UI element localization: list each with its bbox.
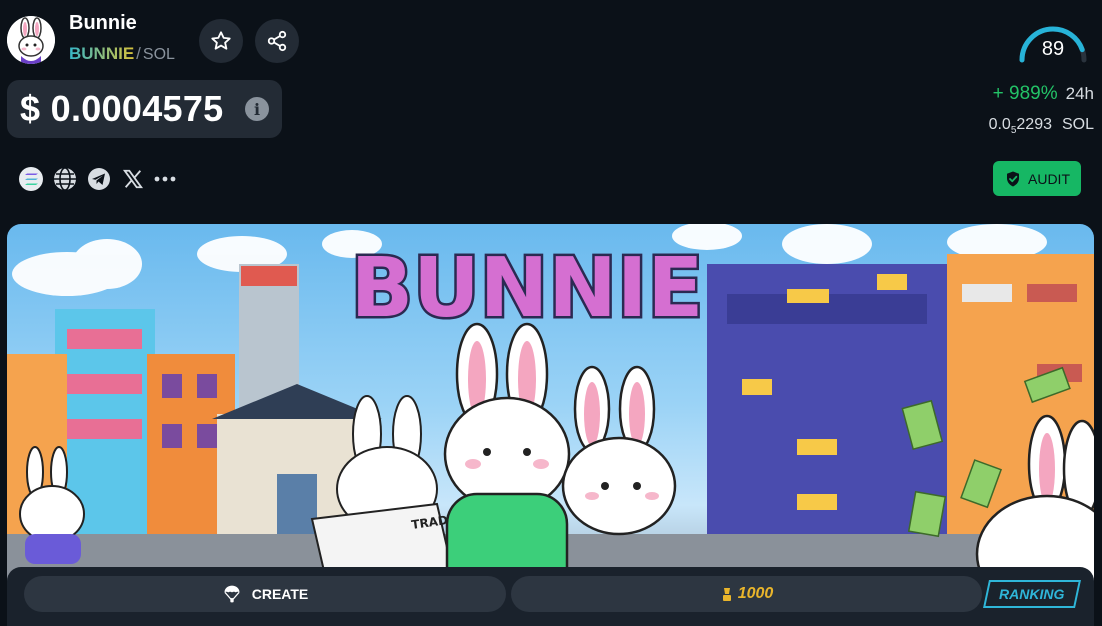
score-value: 89 (1041, 38, 1065, 60)
create-label: CREATE (251, 586, 309, 602)
token-price: $ 0.0004575 (20, 88, 224, 129)
token-banner-image: BUNNIE TRADING (7, 224, 1094, 626)
audit-label: AUDIT (1028, 170, 1070, 187)
token-chain: SOL (142, 46, 175, 63)
parachute-icon (224, 585, 240, 603)
sol-price: 0.052293 (988, 116, 1052, 137)
token-avatar (7, 16, 55, 64)
globe-icon[interactable] (52, 166, 78, 192)
favorite-button[interactable] (199, 19, 243, 63)
shield-check-icon (1007, 171, 1019, 186)
token-symbol-row: BUNNIE / SOL (69, 44, 175, 64)
x-icon[interactable] (120, 166, 146, 192)
sol-price-row: 0.052293 SOL (989, 116, 1094, 136)
token-name: Bunnie (69, 12, 137, 34)
create-button[interactable]: CREATE (24, 576, 506, 612)
price-change-row: + 989% 24h (993, 83, 1094, 105)
info-icon[interactable]: i (245, 97, 269, 121)
bunny-green-hoodie (443, 322, 571, 606)
more-icon[interactable] (152, 166, 178, 192)
audit-button[interactable]: AUDIT (993, 161, 1081, 196)
change-period: 24h (1065, 84, 1094, 103)
telegram-icon[interactable] (86, 166, 112, 192)
lamp-icon (722, 588, 731, 601)
solana-icon[interactable] (18, 166, 44, 192)
token-symbol: BUNNIE (69, 44, 135, 63)
banner-title: BUNNIE (351, 241, 704, 336)
ranking-label: RANKING (999, 586, 1065, 602)
vote-button[interactable]: 1000 (511, 576, 982, 612)
price-change: + 989% (992, 83, 1058, 104)
star-icon (211, 31, 231, 50)
symbol-separator: / (136, 44, 141, 63)
share-button[interactable] (255, 19, 299, 63)
sol-unit: SOL (1061, 116, 1094, 133)
ranking-button[interactable]: RANKING (983, 580, 1081, 608)
share-icon (267, 30, 287, 52)
vote-value: 1000 (737, 585, 774, 602)
bunny-right (561, 365, 677, 536)
